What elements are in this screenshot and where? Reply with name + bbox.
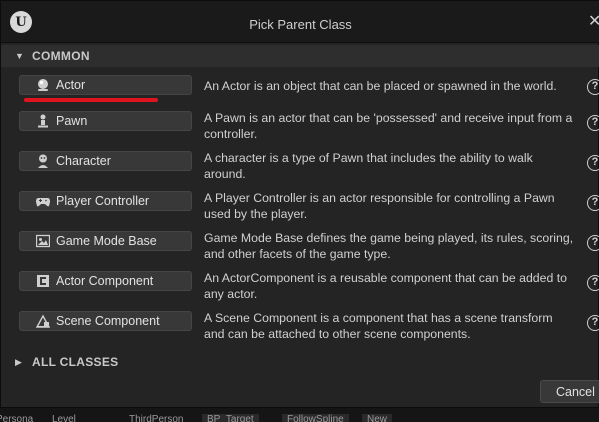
help-icon[interactable]: ? [587,79,599,95]
taskbar-item[interactable]: Persona [0,414,33,422]
scene-component-description: A Scene Component is a component that ha… [204,311,553,341]
character-button-label: Character [56,154,111,168]
class-row-player-controller: Player Controller A Player Controller is… [1,189,599,229]
scene-component-button[interactable]: Scene Component [19,311,192,331]
actor-component-button[interactable]: Actor Component [19,271,192,291]
actor-component-description: An ActorComponent is a reusable componen… [204,271,567,301]
taskbar-item[interactable]: BP_Target [202,414,259,422]
taskbar-item[interactable]: ThirdPerson [129,414,183,422]
actor-icon [36,78,50,92]
common-section-header[interactable]: ▼ COMMON [1,45,599,67]
pawn-description: A Pawn is an actor that can be 'possesse… [204,111,573,141]
help-icon[interactable]: ? [587,235,599,251]
game-mode-base-description: Game Mode Base defines the game being pl… [204,231,574,261]
actor-description: An Actor is an object that can be placed… [204,79,557,93]
player-controller-description: A Player Controller is an actor responsi… [204,191,555,221]
taskbar-item[interactable]: New [362,414,393,422]
class-row-pawn: Pawn A Pawn is an actor that can be 'pos… [1,109,599,149]
actor-component-icon [36,274,50,288]
class-row-game-mode-base: Game Mode Base Game Mode Base defines th… [1,229,599,269]
chevron-down-icon: ▼ [15,51,24,61]
pick-parent-class-dialog: U Pick Parent Class ✕ ▼ COMMON Actor An … [0,0,599,408]
taskbar-item[interactable]: Level [52,414,76,422]
class-row-character: Character A character is a type of Pawn … [1,149,599,189]
chevron-right-icon: ▶ [15,356,22,367]
help-icon[interactable]: ? [587,195,599,211]
character-button[interactable]: Character [19,151,192,171]
highlight-underline [24,98,158,102]
character-icon [36,154,50,168]
scene-component-button-label: Scene Component [56,314,160,328]
common-section-label: COMMON [32,49,90,63]
background-taskbar: Persona Level ThirdPerson BP_Target Foll… [0,408,599,422]
help-icon[interactable]: ? [587,315,599,331]
player-controller-button[interactable]: Player Controller [19,191,192,211]
close-icon[interactable]: ✕ [588,14,599,30]
help-icon[interactable]: ? [587,115,599,131]
taskbar-item[interactable]: FollowSpline [282,414,349,422]
actor-component-button-label: Actor Component [56,274,154,288]
all-classes-section-label: ALL CLASSES [32,355,119,369]
actor-button-label: Actor [56,78,86,92]
help-icon[interactable]: ? [587,275,599,291]
player-controller-button-label: Player Controller [56,194,150,208]
character-description: A character is a type of Pawn that inclu… [204,151,533,181]
game-mode-icon [36,234,50,248]
class-row-actor-component: Actor Component An ActorComponent is a r… [1,269,599,309]
all-classes-section-header[interactable]: ▶ ALL CLASSES [1,351,599,373]
scene-component-icon [36,314,50,328]
cancel-button[interactable]: Cancel [540,380,599,403]
title-bar[interactable]: U Pick Parent Class ✕ [1,1,599,43]
game-mode-base-button-label: Game Mode Base [56,234,157,248]
pawn-button-label: Pawn [56,114,88,128]
pawn-icon [36,114,50,128]
dialog-title: Pick Parent Class [249,17,352,32]
actor-button[interactable]: Actor [19,75,192,95]
pawn-button[interactable]: Pawn [19,111,192,131]
help-icon[interactable]: ? [587,155,599,171]
gamepad-icon [36,194,50,208]
class-row-actor: Actor An Actor is an object that can be … [1,73,599,113]
class-row-scene-component: Scene Component A Scene Component is a c… [1,309,599,349]
game-mode-base-button[interactable]: Game Mode Base [19,231,192,251]
